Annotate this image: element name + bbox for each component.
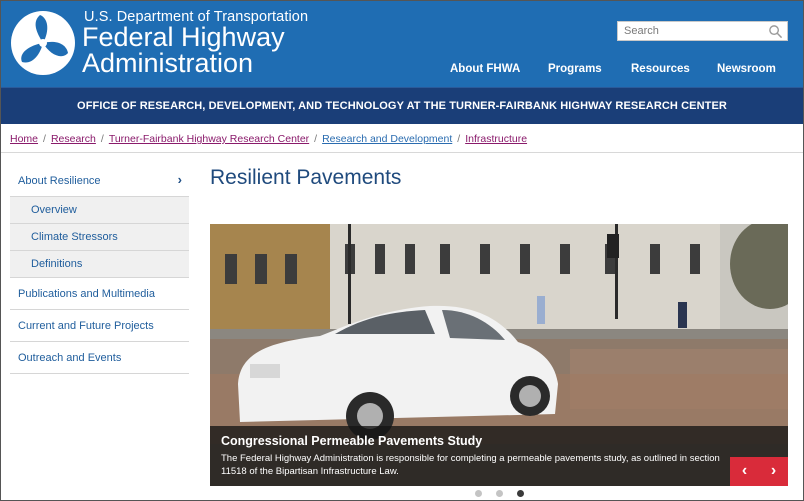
breadcrumb-infrastructure[interactable]: Infrastructure xyxy=(465,133,527,145)
sidebar-item-about-resilience[interactable]: About Resilience › xyxy=(10,164,189,197)
sidebar-subitem-definitions[interactable]: Definitions xyxy=(10,251,189,278)
main-navigation: About FHWA Programs Resources Newsroom xyxy=(0,63,804,77)
sidebar-item-projects[interactable]: Current and Future Projects xyxy=(10,310,189,342)
sidebar-nav: About Resilience › Overview Climate Stre… xyxy=(10,164,189,374)
carousel-next-button[interactable]: › xyxy=(759,457,788,486)
sidebar-subitem-climate-stressors[interactable]: Climate Stressors xyxy=(10,224,189,251)
search-input[interactable] xyxy=(618,22,763,40)
breadcrumb-separator: / xyxy=(314,133,318,145)
nav-about-fhwa[interactable]: About FHWA xyxy=(450,63,520,75)
sidebar-item-outreach[interactable]: Outreach and Events xyxy=(10,342,189,374)
breadcrumb-research-development[interactable]: Research and Development xyxy=(322,133,452,145)
sidebar-subitem-overview[interactable]: Overview xyxy=(10,197,189,224)
carousel-slide-text: The Federal Highway Administration is re… xyxy=(221,453,720,477)
breadcrumb-separator: / xyxy=(457,133,461,145)
sidebar-submenu: Overview Climate Stressors Definitions xyxy=(10,197,189,278)
sidebar-item-label: About Resilience xyxy=(18,175,101,187)
carousel-slide-title[interactable]: Congressional Permeable Pavements Study xyxy=(221,434,482,448)
carousel-prev-button[interactable]: ‹ xyxy=(730,457,759,486)
carousel-dot-2[interactable] xyxy=(496,490,503,497)
site-header: U.S. Department of Transportation Federa… xyxy=(0,0,804,87)
sidebar-item-publications[interactable]: Publications and Multimedia xyxy=(10,278,189,310)
breadcrumb-separator: / xyxy=(43,133,46,145)
chevron-left-icon: ‹ xyxy=(741,462,748,479)
page-title: Resilient Pavements xyxy=(210,166,402,189)
carousel-dot-1[interactable] xyxy=(475,490,482,497)
chevron-right-icon[interactable]: › xyxy=(178,172,182,187)
agency-name-line1: Federal Highway xyxy=(82,22,285,52)
search-box xyxy=(617,21,788,41)
breadcrumb-tfhrc[interactable]: Turner-Fairbank Highway Research Center xyxy=(109,133,309,145)
breadcrumb-divider xyxy=(0,152,804,153)
breadcrumb-home[interactable]: Home xyxy=(10,133,38,145)
nav-newsroom[interactable]: Newsroom xyxy=(717,63,776,75)
breadcrumb-separator: / xyxy=(100,133,104,145)
breadcrumb: Home / Research / Turner-Fairbank Highway Re… xyxy=(10,133,527,145)
office-banner[interactable]: OFFICE OF RESEARCH, DEVELOPMENT, AND TEC… xyxy=(0,87,804,124)
search-icon[interactable] xyxy=(768,24,783,39)
nav-programs[interactable]: Programs xyxy=(548,63,602,75)
chevron-right-icon: › xyxy=(770,462,777,479)
breadcrumb-research[interactable]: Research xyxy=(51,133,96,145)
carousel-dot-3[interactable] xyxy=(517,490,524,497)
nav-resources[interactable]: Resources xyxy=(631,63,690,75)
carousel-caption: Congressional Permeable Pavements Study … xyxy=(210,426,788,486)
image-carousel: Congressional Permeable Pavements Study … xyxy=(210,224,788,486)
